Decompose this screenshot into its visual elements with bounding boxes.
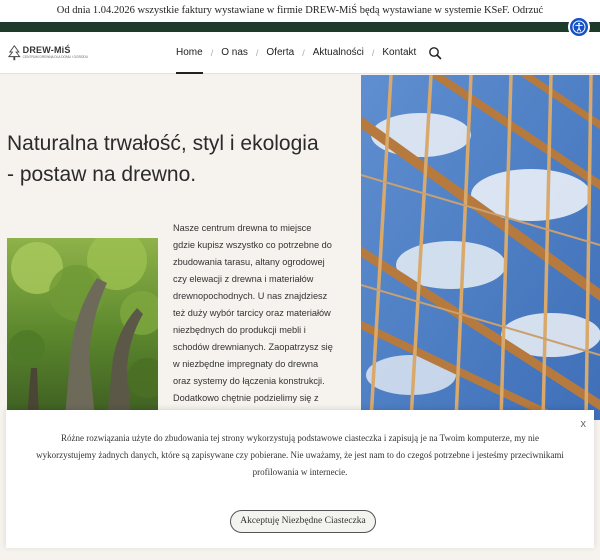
roof-truss-image <box>361 75 600 420</box>
cookie-text: Różne rozwiązania użyte do zbudowania te… <box>36 433 564 477</box>
main-nav: Home / O nas / Oferta / Aktualności / Ko… <box>168 32 442 74</box>
logo-subtitle: CENTRUM DREWNA DLA DOMU I OGRODU <box>22 55 88 60</box>
tree-logo-icon <box>8 45 21 61</box>
forest-image <box>7 238 158 418</box>
notice-bar: Od dnia 1.04.2026 wszystkie faktury wyst… <box>0 0 600 22</box>
nav-item-kontakt[interactable]: Kontakt <box>374 32 424 74</box>
cookie-banner: x Różne rozwiązania użyte do zbudowania … <box>6 410 594 548</box>
accessibility-icon <box>572 20 586 34</box>
nav-item-aktualnosci[interactable]: Aktualności <box>305 32 372 74</box>
notice-dismiss-link[interactable]: Odrzuć <box>512 5 543 16</box>
accept-cookies-button[interactable]: Akceptuję Niezbędne Ciasteczka <box>230 510 376 533</box>
search-icon[interactable] <box>428 46 442 60</box>
site-header: DREW-MiŚ CENTRUM DREWNA DLA DOMU I OGROD… <box>0 32 600 74</box>
nav-item-o-nas[interactable]: O nas <box>213 32 256 74</box>
nav-item-oferta[interactable]: Oferta <box>258 32 302 74</box>
intro-paragraph: Nasze centrum drewna to miejsce gdzie ku… <box>173 223 333 403</box>
nav-item-home[interactable]: Home <box>168 32 211 74</box>
notice-text: Od dnia 1.04.2026 wszystkie faktury wyst… <box>56 5 510 16</box>
hero-title: Naturalna trwałość, styl i ekologia - po… <box>7 132 319 186</box>
header-top-strip <box>0 22 600 32</box>
site-logo[interactable]: DREW-MiŚ CENTRUM DREWNA DLA DOMU I OGROD… <box>8 42 88 64</box>
logo-title: DREW-MiŚ <box>22 45 71 56</box>
accessibility-button[interactable] <box>568 16 590 38</box>
cookie-close-button[interactable]: x <box>581 418 587 430</box>
